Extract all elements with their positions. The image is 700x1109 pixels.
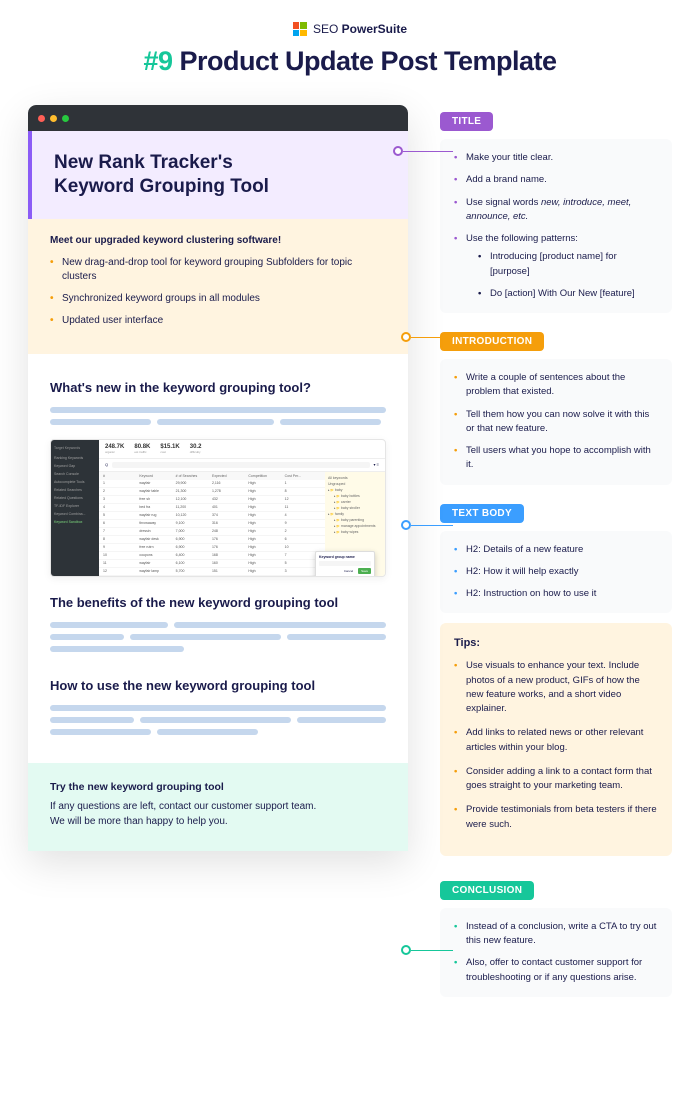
window-max-icon bbox=[62, 115, 69, 122]
list-item: Make your title clear. bbox=[454, 151, 658, 165]
page: SEO PowerSuite #9 Product Update Post Te… bbox=[0, 0, 700, 1055]
brand-logo-icon bbox=[293, 22, 307, 36]
list-item: Introducing [product name] for [purpose] bbox=[478, 250, 658, 279]
ss-modal: Keyword group name CancelSave bbox=[315, 551, 375, 577]
tips-heading: Tips: bbox=[454, 637, 658, 649]
list-item: Updated user interface bbox=[50, 314, 386, 328]
list-item: H2: How it will help exactly bbox=[454, 565, 658, 579]
list-item: Use visuals to enhance your text. Includ… bbox=[454, 659, 658, 716]
card-introduction: Write a couple of sentences about the pr… bbox=[440, 359, 672, 485]
callout-text-body: TEXT BODY H2: Details of a new feature H… bbox=[440, 503, 672, 856]
pill-text-body: TEXT BODY bbox=[440, 504, 524, 523]
mock-intro-list: New drag-and-drop tool for keyword group… bbox=[50, 256, 386, 328]
callouts-column: TITLE Make your title clear. Add a brand… bbox=[408, 105, 672, 1015]
mock-intro-panel: Meet our upgraded keyword clustering sof… bbox=[28, 219, 408, 354]
card-text-body: H2: Details of a new feature H2: How it … bbox=[440, 531, 672, 614]
list-item: Instead of a conclusion, write a CTA to … bbox=[454, 920, 658, 949]
list-item: Add a brand name. bbox=[454, 173, 658, 187]
brand: SEO PowerSuite bbox=[28, 22, 672, 36]
mock-title-panel: New Rank Tracker'sKeyword Grouping Tool bbox=[28, 131, 408, 219]
list-item: Add links to related news or other relev… bbox=[454, 726, 658, 755]
list-item: New drag-and-drop tool for keyword group… bbox=[50, 256, 386, 284]
mock-h-benefits: The benefits of the new keyword grouping… bbox=[50, 595, 386, 610]
ss-sidebar: Target Keywords Ranking KeywordsKeyword … bbox=[51, 440, 99, 576]
mock-h-whatsnew: What's new in the keyword grouping tool? bbox=[50, 380, 386, 395]
callout-title: TITLE Make your title clear. Add a brand… bbox=[440, 111, 672, 313]
list-item: Do [action] With Our New [feature] bbox=[478, 287, 658, 301]
card-tips: Tips: Use visuals to enhance your text. … bbox=[440, 623, 672, 856]
list-item: Consider adding a link to a contact form… bbox=[454, 765, 658, 794]
list-item: H2: Details of a new feature bbox=[454, 543, 658, 557]
mock-conc-text: If any questions are left, contact our c… bbox=[50, 799, 386, 829]
page-title: #9 Product Update Post Template bbox=[28, 46, 672, 77]
mock-h-howto: How to use the new keyword grouping tool bbox=[50, 678, 386, 693]
callout-introduction: INTRODUCTION Write a couple of sentences… bbox=[440, 331, 672, 485]
card-title: Make your title clear. Add a brand name.… bbox=[440, 139, 672, 313]
callout-conclusion: CONCLUSION Instead of a conclusion, writ… bbox=[440, 880, 672, 997]
mock-browser-column: New Rank Tracker'sKeyword Grouping Tool … bbox=[28, 105, 408, 851]
list-item: Use the following patterns: Introducing … bbox=[454, 232, 658, 301]
list-item: Also, offer to contact customer support … bbox=[454, 956, 658, 985]
list-item: Provide testimonials from beta testers i… bbox=[454, 803, 658, 832]
brand-text: SEO PowerSuite bbox=[313, 22, 407, 36]
mock-title: New Rank Tracker'sKeyword Grouping Tool bbox=[54, 151, 386, 199]
pill-title: TITLE bbox=[440, 112, 493, 131]
mock-body-panel: What's new in the keyword grouping tool?… bbox=[28, 354, 408, 763]
pill-introduction: INTRODUCTION bbox=[440, 332, 544, 351]
window-min-icon bbox=[50, 115, 57, 122]
browser-titlebar bbox=[28, 105, 408, 131]
list-item: Tell users what you hope to accomplish w… bbox=[454, 444, 658, 473]
mock-conc-heading: Try the new keyword grouping tool bbox=[50, 781, 386, 793]
list-item: Use signal words new, introduce, meet, a… bbox=[454, 196, 658, 225]
ss-stats: 248.7Korganic 80.8Kest traffic $15.1Kcos… bbox=[99, 440, 385, 459]
list-item: Write a couple of sentences about the pr… bbox=[454, 371, 658, 400]
card-conclusion: Instead of a conclusion, write a CTA to … bbox=[440, 908, 672, 997]
pill-conclusion: CONCLUSION bbox=[440, 881, 534, 900]
list-item: H2: Instruction on how to use it bbox=[454, 587, 658, 601]
ss-toolbar: Q▾ ≡ bbox=[99, 459, 385, 472]
mock-intro-lead: Meet our upgraded keyword clustering sof… bbox=[50, 235, 386, 246]
mock-conclusion-panel: Try the new keyword grouping tool If any… bbox=[28, 763, 408, 851]
mock-screenshot: Target Keywords Ranking KeywordsKeyword … bbox=[50, 439, 386, 577]
list-item: Tell them how you can now solve it with … bbox=[454, 408, 658, 437]
window-close-icon bbox=[38, 115, 45, 122]
list-item: Synchronized keyword groups in all modul… bbox=[50, 292, 386, 306]
ss-table: #Keyword# of SearchesExpectedCompetition… bbox=[99, 472, 325, 576]
